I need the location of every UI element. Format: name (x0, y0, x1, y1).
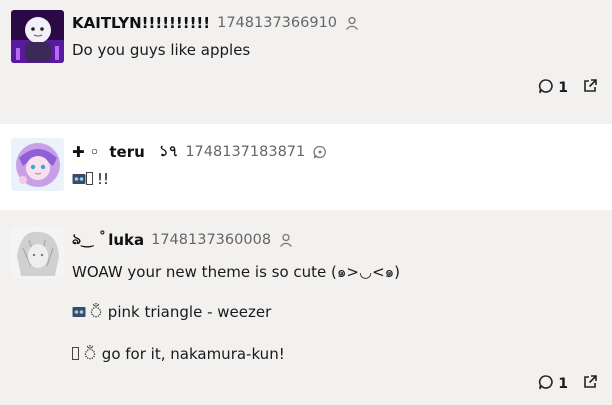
reply-count: 1 (558, 376, 568, 392)
open-post-button[interactable] (582, 374, 598, 394)
post-actions: 1 (538, 374, 598, 394)
post-content: ✚ ◦ teru ১৭ 1748137183871 !! (72, 142, 598, 190)
reply-count: 1 (558, 80, 568, 96)
post-header: KAITLYN!!!!!!!!!! 1748137366910 (72, 13, 598, 33)
post-text: !! (97, 170, 110, 188)
user-icon (279, 233, 293, 247)
missing-glyph-icon (72, 347, 79, 360)
post-header: ঌ‿ ˚ luka 1748137360008 (72, 230, 598, 250)
user-icon (345, 16, 359, 30)
timestamp: 1748137360008 (151, 232, 272, 248)
external-link-icon (582, 78, 598, 98)
speech-bubble-icon (313, 145, 327, 159)
post-actions: 1 (538, 78, 598, 98)
post-text-line: ঁ pink triangle - weezer (72, 301, 598, 326)
avatar[interactable] (11, 10, 64, 63)
post-text: WOAW your new theme is so cute (๑>◡<๑) (72, 263, 401, 281)
post-text-line: !! (72, 170, 598, 190)
post-text: Do you guys like apples (72, 41, 251, 59)
reply-button[interactable]: 1 (538, 78, 568, 98)
author-name[interactable]: teru (109, 143, 144, 161)
author-name-prefix: ✚ ◦ (72, 143, 100, 161)
author-name-prefix: ঌ‿ ˚ (72, 229, 107, 248)
post-card: ঌ‿ ˚ luka 1748137360008 WOAW your new th… (0, 210, 612, 405)
author-name[interactable]: luka (108, 231, 144, 249)
timestamp: 1748137183871 (185, 144, 306, 160)
reply-icon (538, 374, 554, 394)
cassette-icon (72, 172, 86, 190)
post-text: ঁ go for it, nakamura-kun! (83, 345, 285, 363)
post-content: KAITLYN!!!!!!!!!! 1748137366910 Do you g… (72, 13, 598, 59)
post-content: ঌ‿ ˚ luka 1748137360008 WOAW your new th… (72, 230, 598, 368)
author-name-suffix: ১৭ (158, 141, 179, 160)
timestamp: 1748137366910 (217, 15, 338, 31)
post-text-line: ঁ go for it, nakamura-kun! (72, 343, 598, 368)
post-card: KAITLYN!!!!!!!!!! 1748137366910 Do you g… (0, 0, 612, 117)
reply-icon (538, 78, 554, 98)
reply-button[interactable]: 1 (538, 374, 568, 394)
post-header: ✚ ◦ teru ১৭ 1748137183871 (72, 142, 598, 162)
author-name[interactable]: KAITLYN!!!!!!!!!! (72, 14, 210, 32)
post-feed: KAITLYN!!!!!!!!!! 1748137366910 Do you g… (0, 0, 612, 405)
external-link-icon (582, 374, 598, 394)
cassette-icon (72, 305, 86, 323)
post-text: ঁ pink triangle - weezer (89, 303, 272, 321)
open-post-button[interactable] (582, 78, 598, 98)
missing-glyph-icon (86, 172, 93, 185)
post-card: ✚ ◦ teru ১৭ 1748137183871 !! (0, 124, 612, 210)
avatar[interactable] (11, 138, 64, 191)
avatar[interactable] (11, 226, 64, 279)
